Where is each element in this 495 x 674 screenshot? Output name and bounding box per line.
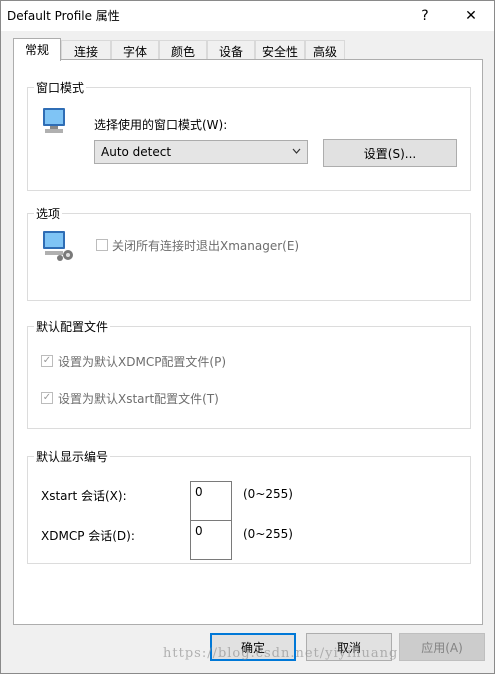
window-mode-select[interactable]: Auto detect (94, 140, 308, 164)
display-number-group: 默认显示编号 Xstart 会话(X): 0 (0~255) XDMCP 会话(… (27, 448, 471, 564)
window-mode-select-value: Auto detect (101, 145, 172, 159)
help-button[interactable]: ? (402, 1, 448, 31)
help-icon: ? (421, 8, 429, 24)
tab-advanced[interactable]: 高级 (305, 40, 345, 60)
default-xstart-checkbox[interactable]: ✓ (41, 392, 53, 404)
xdmcp-session-range: (0~255) (243, 527, 293, 541)
display-number-group-title: 默认显示编号 (34, 448, 111, 465)
options-group: 选项 关闭所有连接时退出Xmanager(E) (27, 205, 471, 301)
default-profile-group: 默认配置文件 ✓ 设置为默认XDMCP配置文件(P) ✓ 设置为默认Xstart… (27, 318, 471, 429)
window-mode-group: 窗口模式 选择使用的窗口模式(W): Auto detect 设置(S)... (27, 79, 471, 191)
default-profile-group-title: 默认配置文件 (34, 318, 111, 335)
xdmcp-session-input[interactable]: 0 (190, 520, 232, 560)
tab-color[interactable]: 颜色 (159, 40, 207, 60)
general-tab-panel: 窗口模式 选择使用的窗口模式(W): Auto detect 设置(S)... … (13, 59, 483, 625)
chevron-down-icon (292, 148, 301, 154)
default-xstart-label: 设置为默认Xstart配置文件(T) (58, 392, 219, 406)
default-xdmcp-label: 设置为默认XDMCP配置文件(P) (58, 355, 227, 369)
window-mode-group-title: 窗口模式 (34, 79, 87, 96)
exit-on-close-checkbox[interactable] (96, 239, 108, 251)
window-title: Default Profile 属性 (7, 9, 120, 23)
xdmcp-session-label: XDMCP 会话(D): (41, 529, 135, 543)
tab-font[interactable]: 字体 (111, 40, 159, 60)
xstart-session-label: Xstart 会话(X): (41, 489, 127, 503)
close-button[interactable]: ✕ (448, 1, 494, 31)
options-group-title: 选项 (34, 205, 63, 222)
exit-on-close-label: 关闭所有连接时退出Xmanager(E) (112, 239, 300, 253)
xstart-session-input[interactable]: 0 (190, 481, 232, 521)
close-icon: ✕ (465, 8, 477, 24)
window-mode-prompt: 选择使用的窗口模式(W): (94, 118, 228, 132)
watermark: https://blog.csdn.net/yiyihuang (163, 646, 399, 661)
tab-security[interactable]: 安全性 (255, 40, 305, 60)
monitor-network-icon (43, 231, 73, 261)
xstart-session-range: (0~255) (243, 487, 293, 501)
settings-button[interactable]: 设置(S)... (323, 139, 457, 167)
tab-device[interactable]: 设备 (207, 40, 255, 60)
title-bar: Default Profile 属性 ? ✕ (1, 1, 494, 31)
apply-button[interactable]: 应用(A) (399, 633, 485, 661)
tab-general[interactable]: 常规 (13, 38, 61, 61)
tab-strip: 常规 连接 字体 颜色 设备 安全性 高级 (13, 38, 483, 61)
properties-dialog: Default Profile 属性 ? ✕ 常规 连接 字体 颜色 设备 安全… (0, 0, 495, 674)
tab-connection[interactable]: 连接 (61, 40, 111, 60)
default-xdmcp-checkbox[interactable]: ✓ (41, 355, 53, 367)
monitor-icon (43, 108, 65, 133)
